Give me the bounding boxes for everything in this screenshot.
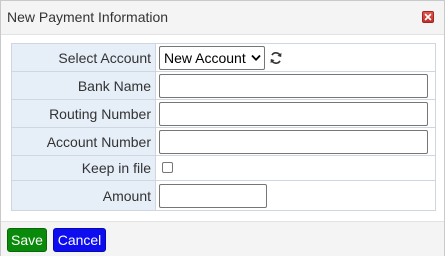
cancel-button[interactable]: Cancel xyxy=(53,228,106,252)
close-icon xyxy=(424,13,432,21)
account-select-value: New Account xyxy=(164,49,246,66)
routing-number-cell xyxy=(155,99,436,128)
row-select-account: Select Account New Account xyxy=(11,43,436,72)
payment-dialog: New Payment Information Select Account N… xyxy=(0,0,445,256)
dialog-title: New Payment Information xyxy=(7,9,169,25)
amount-cell xyxy=(155,180,436,211)
select-account-label: Select Account xyxy=(11,43,156,72)
dialog-titlebar: New Payment Information xyxy=(1,1,444,35)
bank-name-cell xyxy=(155,71,436,100)
account-select[interactable]: New Account xyxy=(159,45,265,70)
keep-in-file-label: Keep in file xyxy=(11,155,156,181)
account-number-input[interactable] xyxy=(159,129,428,154)
bank-name-input[interactable] xyxy=(159,73,428,98)
amount-label: Amount xyxy=(11,180,156,211)
account-number-label: Account Number xyxy=(11,127,156,156)
close-button[interactable] xyxy=(422,11,434,23)
refresh-icon[interactable] xyxy=(269,51,283,65)
bank-name-label: Bank Name xyxy=(11,71,156,100)
row-keep-in-file: Keep in file xyxy=(11,155,436,181)
account-number-cell xyxy=(155,127,436,156)
keep-in-file-cell xyxy=(155,155,436,181)
row-account-number: Account Number xyxy=(11,127,436,156)
row-routing-number: Routing Number xyxy=(11,99,436,128)
routing-number-input[interactable] xyxy=(159,101,428,126)
routing-number-label: Routing Number xyxy=(11,99,156,128)
row-amount: Amount xyxy=(11,180,436,211)
save-button[interactable]: Save xyxy=(7,228,47,252)
chevron-down-icon xyxy=(251,54,261,61)
dialog-footer: Save Cancel xyxy=(1,221,444,256)
amount-input[interactable] xyxy=(159,183,267,208)
row-bank-name: Bank Name xyxy=(11,71,436,100)
keep-in-file-checkbox[interactable] xyxy=(162,162,173,173)
select-account-cell: New Account xyxy=(155,43,436,72)
payment-form: Select Account New Account Bank Name Rou… xyxy=(11,43,436,211)
